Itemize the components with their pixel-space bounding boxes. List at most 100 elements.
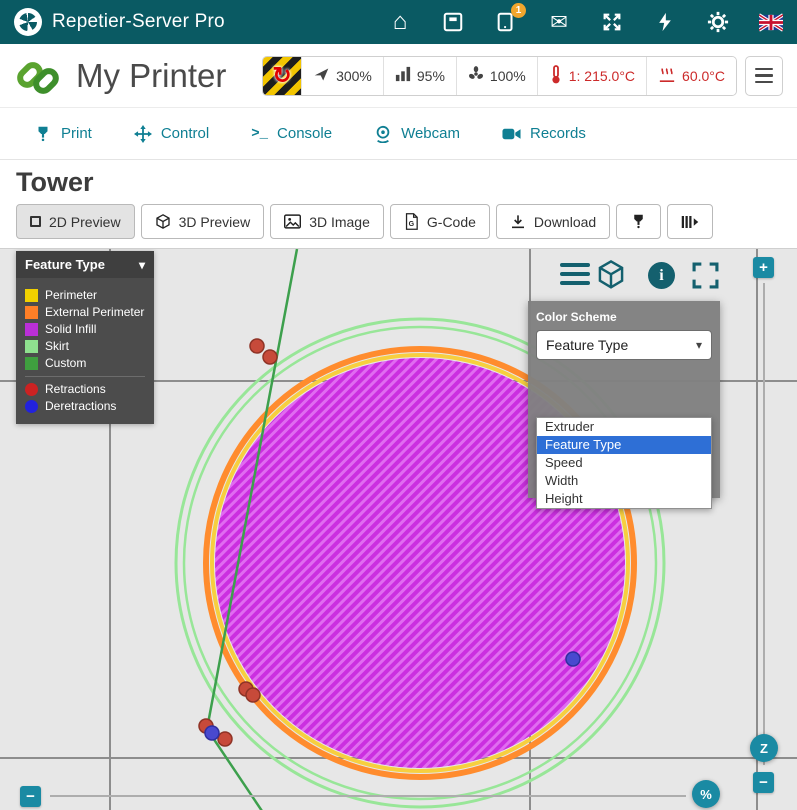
app-root: Repetier-Server Pro ⌂ 1 ✉ (0, 0, 797, 810)
option-width[interactable]: Width (537, 472, 711, 490)
power-bolt-icon[interactable] (653, 10, 677, 34)
extruder-temperature-button[interactable]: 1: 215.0°C (537, 57, 646, 95)
printer-tabs: Print Control >_ Console We (0, 108, 797, 160)
bed-temperature-value: 60.0°C (682, 68, 725, 84)
notification-badge: 1 (511, 3, 526, 18)
layer-up-button[interactable]: + (753, 257, 774, 278)
console-icon: >_ (251, 126, 268, 142)
color-scheme-selected-value: Feature Type (546, 337, 628, 353)
legend-header[interactable]: Feature Type ▾ (16, 251, 154, 278)
speed-multiplier-button[interactable]: 300% (301, 57, 383, 95)
view-2d-preview-button[interactable]: 2D Preview (16, 204, 135, 239)
swatch (25, 306, 38, 319)
chevron-down-icon: ▾ (696, 338, 702, 352)
navbar-icons: ⌂ 1 ✉ (388, 10, 783, 34)
move-arrows-icon (134, 125, 152, 143)
option-speed[interactable]: Speed (537, 454, 711, 472)
tab-webcam-label: Webcam (401, 125, 460, 142)
legend-divider (25, 376, 145, 377)
fan-speed-button[interactable]: 100% (456, 57, 537, 95)
view-gcode-button[interactable]: G G-Code (390, 204, 490, 239)
tab-console[interactable]: >_ Console (251, 125, 332, 142)
printer-link-icon (14, 52, 62, 100)
view-3d-image-button[interactable]: 3D Image (270, 204, 384, 239)
printer-name: My Printer (76, 57, 226, 95)
fan-icon (468, 66, 484, 85)
swatch (25, 323, 38, 336)
preview-cube-icon[interactable] (596, 259, 626, 296)
progress-slider-track[interactable] (50, 795, 686, 797)
emergency-stop-icon: ↻ (272, 64, 291, 87)
emergency-stop-button[interactable]: ↻ (263, 57, 301, 95)
square-icon (30, 216, 41, 227)
legend-item-external-perimeter: External Perimeter (25, 305, 145, 319)
layer-bars-icon (681, 214, 699, 230)
layer-down-button[interactable]: − (753, 772, 774, 793)
option-extruder[interactable]: Extruder (537, 418, 711, 436)
preview-area: Feature Type ▾ Perimeter External Perime… (0, 248, 797, 810)
legend-title: Feature Type (25, 257, 105, 272)
flow-multiplier-button[interactable]: 95% (383, 57, 456, 95)
legend-item-perimeter: Perimeter (25, 288, 145, 302)
download-icon (510, 214, 526, 230)
brand-home-link[interactable]: Repetier-Server Pro (14, 8, 225, 36)
image-icon (284, 214, 301, 229)
printer-status-bar: ↻ 300% 95% (262, 56, 737, 96)
preview-menu-icon[interactable] (560, 263, 590, 285)
legend-item-skirt: Skirt (25, 339, 145, 353)
color-scheme-options-list: Extruder Feature Type Speed Width Height (536, 417, 712, 509)
devices-icon[interactable]: 1 (494, 10, 518, 34)
tab-print-label: Print (61, 125, 92, 142)
print-nozzle-icon (34, 125, 52, 143)
job-title: Tower (16, 167, 94, 198)
view-layers-button[interactable] (667, 204, 713, 239)
tab-records[interactable]: Records (502, 125, 586, 142)
language-flag-uk-icon[interactable] (759, 10, 783, 34)
tab-records-label: Records (530, 125, 586, 142)
cube-icon (155, 213, 171, 230)
tab-control[interactable]: Control (134, 125, 209, 143)
tab-print[interactable]: Print (34, 125, 92, 143)
swatch (25, 383, 38, 396)
webcam-icon (374, 125, 392, 143)
legend-panel: Feature Type ▾ Perimeter External Perime… (16, 251, 154, 424)
preview-fullscreen-icon[interactable] (692, 262, 719, 294)
view-nozzle-button[interactable] (616, 204, 661, 239)
extruder-temperature-value: 1: 215.0°C (569, 68, 635, 84)
home-icon[interactable]: ⌂ (388, 10, 412, 34)
progress-slider-handle[interactable]: % (692, 780, 720, 808)
color-scheme-panel: Color Scheme Feature Type ▾ Extruder Fea… (528, 301, 720, 498)
hamburger-icon (755, 68, 773, 71)
color-scheme-select[interactable]: Feature Type ▾ (536, 330, 712, 360)
progress-down-button[interactable]: − (20, 786, 41, 807)
color-scheme-label: Color Scheme (528, 301, 720, 328)
layer-slider-handle[interactable]: Z (750, 734, 778, 762)
swatch (25, 357, 38, 370)
swatch (25, 400, 38, 413)
printer-menu-button[interactable] (745, 56, 783, 96)
svg-text:G: G (409, 220, 415, 228)
printer-header: My Printer ↻ 300% 95% (0, 44, 797, 108)
tab-webcam[interactable]: Webcam (374, 125, 460, 143)
mail-icon[interactable]: ✉ (547, 10, 571, 34)
bed-temperature-button[interactable]: 60.0°C (646, 57, 736, 95)
view-download-button[interactable]: Download (496, 204, 610, 239)
printer-list-icon[interactable] (441, 10, 465, 34)
speed-value: 300% (336, 68, 372, 84)
video-camera-icon (502, 126, 521, 142)
layer-slider-track[interactable] (763, 283, 765, 765)
option-height[interactable]: Height (537, 490, 711, 508)
speed-icon (313, 66, 330, 86)
legend-item-deretractions: Deretractions (25, 399, 145, 413)
gear-icon[interactable] (706, 10, 730, 34)
expand-arrows-icon[interactable] (600, 10, 624, 34)
repetier-logo-icon (14, 8, 42, 36)
legend-collapse-icon[interactable]: ▾ (139, 258, 145, 272)
legend-item-custom: Custom (25, 356, 145, 370)
option-feature-type[interactable]: Feature Type (537, 436, 711, 454)
preview-info-icon[interactable]: i (648, 262, 675, 289)
flow-value: 95% (417, 68, 445, 84)
view-3d-preview-button[interactable]: 3D Preview (141, 204, 265, 239)
swatch (25, 340, 38, 353)
fan-value: 100% (490, 68, 526, 84)
